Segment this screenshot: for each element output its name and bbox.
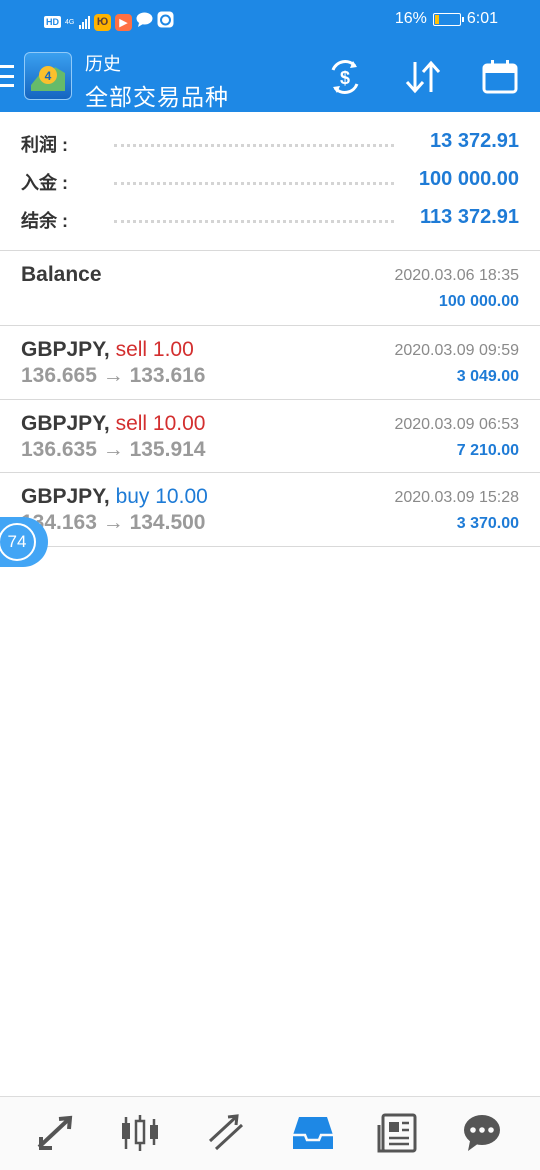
trade-icon[interactable] bbox=[204, 1111, 248, 1155]
summary-value: 113 372.91 bbox=[420, 206, 519, 228]
deal-symbol: GBPJPY, sell 1.00 bbox=[21, 338, 194, 362]
dotted-leader bbox=[114, 182, 394, 185]
deal-time: 2020.03.09 09:59 bbox=[394, 342, 519, 359]
bottom-nav bbox=[0, 1096, 540, 1170]
summary-label: 利润 : bbox=[21, 135, 68, 155]
badge-count: 74 bbox=[0, 523, 36, 561]
svg-text:4: 4 bbox=[45, 69, 52, 83]
status-right: 16% 6:01 bbox=[395, 10, 498, 28]
deal-time: 2020.03.09 15:28 bbox=[394, 489, 519, 506]
deal-prices: 136.635 → 135.914 bbox=[21, 438, 206, 461]
menu-icon[interactable] bbox=[0, 65, 14, 87]
sort-icon[interactable] bbox=[403, 58, 443, 96]
deal-prices: 134.163 → 134.500 bbox=[21, 511, 206, 534]
symbol-name: GBPJPY, bbox=[21, 485, 110, 508]
deal-symbol: GBPJPY, buy 10.00 bbox=[21, 485, 208, 509]
video-app-icon: ▶ bbox=[115, 13, 132, 31]
notification-app-icon: Ю bbox=[94, 13, 111, 31]
browser-icon bbox=[157, 11, 174, 33]
deal-side: buy 10.00 bbox=[115, 485, 208, 508]
chat-icon[interactable] bbox=[460, 1111, 504, 1155]
deal-row[interactable]: GBPJPY, sell 10.00 136.635 → 135.914 202… bbox=[0, 400, 540, 473]
chart-icon[interactable] bbox=[118, 1111, 162, 1155]
summary-row-balance: 结余 : 113 372.91 bbox=[0, 198, 540, 236]
summary-value: 13 372.91 bbox=[430, 130, 519, 152]
deal-row[interactable]: GBPJPY, buy 10.00 134.163 → 134.500 2020… bbox=[0, 473, 540, 546]
status-bar: HD 4G Ю ▶ 16% 6:01 bbox=[0, 0, 540, 40]
history-icon[interactable] bbox=[291, 1111, 335, 1155]
balance-row[interactable]: Balance 2020.03.06 18:35 100 000.00 bbox=[0, 251, 540, 324]
deal-time: 2020.03.09 06:53 bbox=[394, 416, 519, 433]
calendar-icon[interactable] bbox=[481, 58, 521, 96]
summary-label: 入金 : bbox=[21, 173, 68, 193]
summary-row-profit: 利润 : 13 372.91 bbox=[0, 122, 540, 160]
deal-side: sell 10.00 bbox=[115, 412, 206, 435]
deal-row[interactable]: GBPJPY, sell 1.00 136.665 → 133.616 2020… bbox=[0, 326, 540, 399]
clock: 6:01 bbox=[466, 10, 498, 27]
deal-prices: 136.665 → 133.616 bbox=[21, 364, 206, 387]
deal-profit: 3 049.00 bbox=[456, 368, 519, 385]
status-left: HD 4G Ю ▶ bbox=[44, 11, 174, 33]
battery-percent: 16% bbox=[394, 10, 427, 27]
deal-profit: 7 210.00 bbox=[456, 442, 519, 459]
summary-row-deposit: 入金 : 100 000.00 bbox=[0, 160, 540, 198]
metatrader-logo-icon[interactable]: 4 bbox=[24, 52, 72, 100]
news-icon[interactable] bbox=[377, 1111, 421, 1155]
symbol-name: GBPJPY, bbox=[21, 412, 110, 435]
hd-indicator: HD bbox=[44, 16, 61, 28]
battery-icon bbox=[432, 12, 464, 26]
network-type: 4G bbox=[65, 18, 75, 26]
deal-profit: 100 000.00 bbox=[438, 293, 519, 310]
symbol-name: GBPJPY, bbox=[21, 338, 110, 361]
deal-side: sell 1.00 bbox=[115, 338, 194, 361]
deal-profit: 3 370.00 bbox=[456, 515, 519, 532]
page-title[interactable]: 全部交易品种 bbox=[85, 78, 229, 112]
app-bar: 4 历史 全部交易品种 $ bbox=[0, 40, 540, 112]
svg-text:$: $ bbox=[340, 68, 350, 88]
dotted-leader bbox=[114, 220, 394, 223]
deal-symbol: GBPJPY, sell 10.00 bbox=[21, 412, 205, 436]
balance-label: Balance bbox=[21, 263, 102, 286]
floating-assistant-badge[interactable]: 74 bbox=[0, 517, 48, 567]
quotes-icon[interactable] bbox=[33, 1111, 77, 1155]
deal-time: 2020.03.06 18:35 bbox=[394, 267, 519, 284]
currency-exchange-icon[interactable]: $ bbox=[325, 58, 365, 96]
summary-label: 结余 : bbox=[21, 211, 68, 231]
summary-value: 100 000.00 bbox=[418, 168, 519, 190]
signal-icon bbox=[79, 15, 90, 29]
summary-section: 利润 : 13 372.91 入金 : 100 000.00 结余 : 113 … bbox=[0, 122, 540, 236]
page-subtitle: 历史 bbox=[85, 54, 121, 74]
message-icon bbox=[136, 12, 153, 32]
divider bbox=[0, 546, 540, 547]
dotted-leader bbox=[114, 144, 394, 147]
